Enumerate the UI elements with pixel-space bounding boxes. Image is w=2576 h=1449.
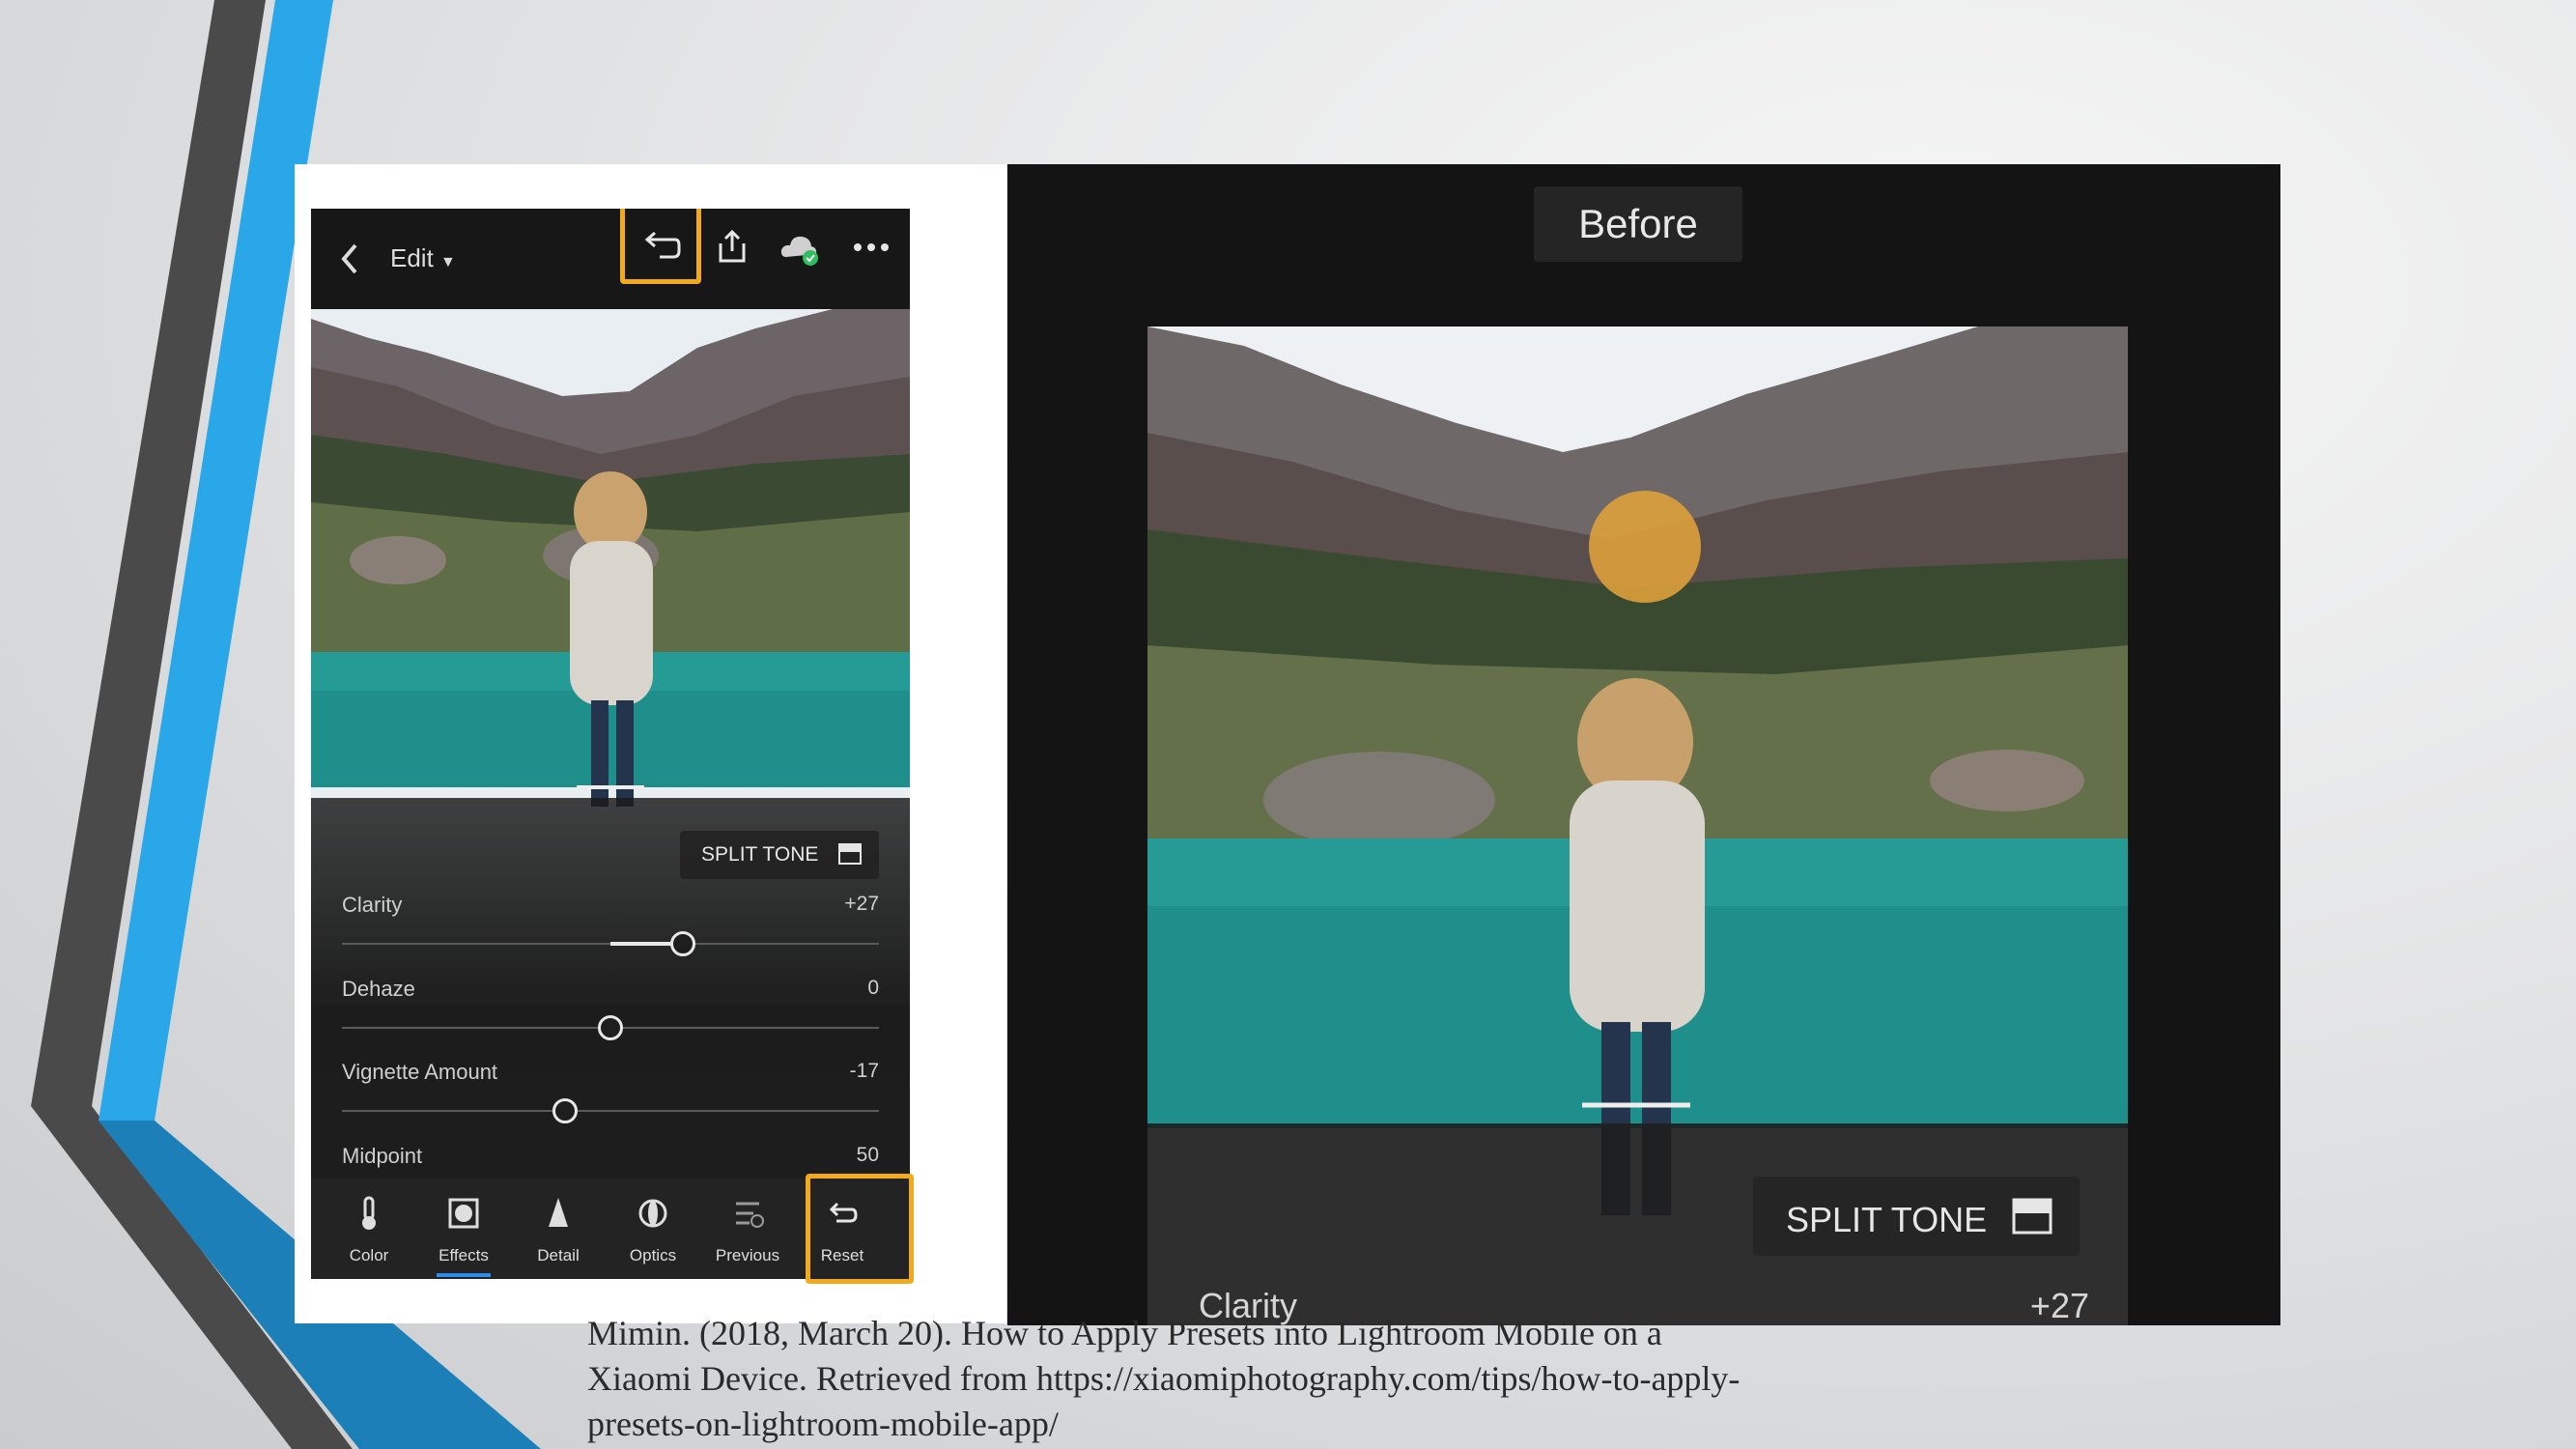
citation-line: Xiaomi Device. Retrieved from https://xi… <box>587 1359 1741 1398</box>
clarity-value-large: +27 <box>2029 1286 2089 1325</box>
tool-label: Optics <box>629 1246 677 1264</box>
edit-label: Edit <box>390 243 434 272</box>
slider-label: Dehaze <box>342 977 415 1001</box>
tool-label: Detail <box>537 1246 580 1264</box>
split-tone-button[interactable]: SPLIT TONE <box>680 831 879 879</box>
caret-down-icon: ▼ <box>440 254 456 270</box>
tool-label: Effects <box>439 1246 489 1264</box>
tool-effects[interactable]: Effects <box>417 1179 510 1279</box>
citation-line: Mimin. (2018, March 20). How to Apply Pr… <box>587 1314 1662 1352</box>
tool-detail[interactable]: Detail <box>512 1179 605 1279</box>
slider-knob[interactable] <box>552 1098 578 1123</box>
slider-value: +27 <box>844 893 879 915</box>
large-photo-preview: SPLIT TONE Clarity +27 <box>1147 327 2128 1325</box>
tool-label: Previous <box>715 1246 780 1264</box>
citation-line: presets-on-lightroom-mobile-app/ <box>587 1405 1059 1443</box>
split-tone-label-large: SPLIT TONE <box>1786 1200 1988 1239</box>
split-tone-button-large[interactable]: SPLIT TONE <box>1753 1177 2080 1256</box>
tool-label: Color <box>349 1246 389 1264</box>
share-icon[interactable] <box>715 228 750 267</box>
cloud-synced-icon[interactable] <box>778 230 823 269</box>
effects-icon <box>448 1198 479 1229</box>
slider-knob[interactable] <box>598 1015 623 1040</box>
before-label: Before <box>1534 186 1742 262</box>
chevron-left-icon[interactable] <box>338 242 363 276</box>
slider-value: 50 <box>856 1144 879 1166</box>
slider-value: -17 <box>849 1060 879 1082</box>
reset-highlight <box>806 1174 914 1284</box>
slider-label: Vignette Amount <box>342 1060 498 1084</box>
more-icon[interactable] <box>852 242 891 253</box>
edit-menu[interactable]: Edit ▼ <box>390 243 456 273</box>
slider-track[interactable] <box>342 1110 879 1112</box>
active-tool-indicator <box>437 1273 491 1277</box>
top-toolbar: Edit ▼ <box>311 209 910 309</box>
split-tone-icon <box>838 843 862 865</box>
previous-icon <box>736 1202 764 1228</box>
before-preview-panel: Before SPLIT TONE Clarity +27 <box>1007 164 2280 1325</box>
slider-knob[interactable] <box>670 931 696 956</box>
split-tone-icon <box>2012 1198 2052 1235</box>
detail-icon <box>549 1198 568 1227</box>
touch-indicator <box>1589 491 1701 603</box>
slider-label: Clarity <box>342 893 403 917</box>
thermometer-icon <box>362 1196 376 1230</box>
tool-optics[interactable]: Optics <box>607 1179 699 1279</box>
split-tone-label: SPLIT TONE <box>701 843 819 866</box>
citation-text: Mimin. (2018, March 20). How to Apply Pr… <box>587 1311 1939 1447</box>
tool-color[interactable]: Color <box>323 1179 415 1279</box>
slider-label: Midpoint <box>342 1144 423 1168</box>
undo-icon[interactable] <box>642 230 681 261</box>
tool-previous[interactable]: Previous <box>701 1179 794 1279</box>
optics-icon <box>638 1199 667 1228</box>
edit-panel-large: SPLIT TONE Clarity +27 <box>1147 1123 2128 1325</box>
lightroom-mobile-screen: Edit ▼ SPLIT TONE Clarity +27 Dehaze 0 V… <box>311 209 910 1279</box>
slider-value: 0 <box>867 977 879 999</box>
